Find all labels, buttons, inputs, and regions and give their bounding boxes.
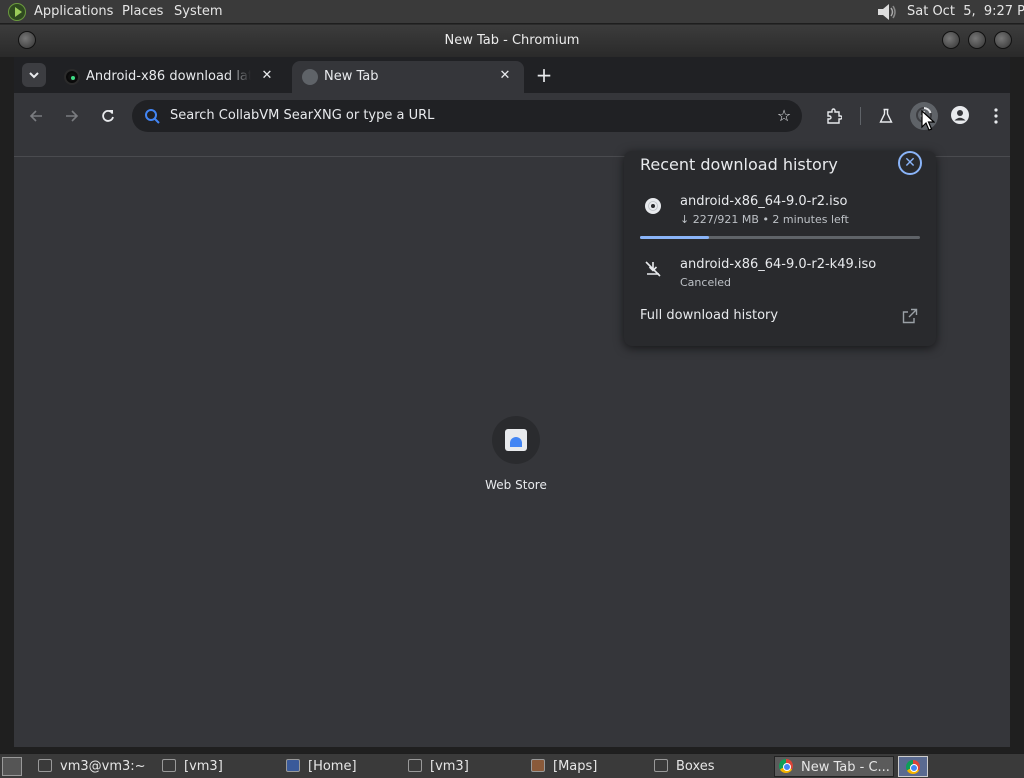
taskbar-item-maps[interactable]: [Maps]: [531, 756, 646, 777]
close-tab-icon[interactable]: ✕: [258, 67, 276, 85]
taskbar: vm3@vm3:~ [vm3] [Home] [vm3] [Maps] Boxe…: [0, 753, 1024, 778]
taskbar-label: vm3@vm3:~: [60, 759, 146, 774]
taskbar-item-vm3-folder-2[interactable]: [vm3]: [408, 756, 523, 777]
taskbar-label: [vm3]: [184, 759, 223, 774]
system-menu[interactable]: System: [174, 4, 222, 19]
download-filename: android-x86_64-9.0-r2-k49.iso: [680, 257, 877, 272]
globe-favicon-icon: [302, 69, 318, 85]
taskbar-label: New Tab - C...: [801, 760, 890, 775]
download-progress-fill: [640, 236, 709, 239]
gnome-foot-icon[interactable]: [8, 3, 26, 21]
chromium-icon: [906, 760, 920, 774]
disc-image-icon: [645, 198, 661, 214]
chromium-window: New Tab - Chromium Android-x86 download …: [0, 25, 1024, 753]
search-icon: [145, 109, 160, 124]
show-desktop-icon[interactable]: [2, 757, 22, 776]
taskbar-label: [Home]: [308, 759, 357, 774]
boxes-icon: [654, 759, 668, 772]
terminal-icon: [38, 759, 52, 772]
profile-avatar-icon: [951, 106, 969, 124]
minimize-icon[interactable]: [942, 31, 960, 49]
chromium-icon: [779, 759, 793, 773]
taskbar-item-terminal[interactable]: vm3@vm3:~: [38, 756, 158, 777]
maximize-icon[interactable]: [968, 31, 986, 49]
toolbar: Search CollabVM SearXNG or type a URL ☆: [14, 93, 1010, 139]
top-panel: Applications Places System Sat Oct 5, 9:…: [0, 0, 1024, 24]
shortcut-label: Web Store: [485, 478, 547, 492]
clock[interactable]: Sat Oct 5, 9:27 PM: [907, 4, 1024, 19]
document-icon: [286, 759, 300, 772]
extensions-button[interactable]: [820, 102, 848, 130]
mouse-cursor-icon: [921, 110, 935, 131]
address-bar-placeholder: Search CollabVM SearXNG or type a URL: [170, 108, 435, 123]
kebab-menu-icon: [994, 108, 998, 124]
taskbar-item-chromium[interactable]: New Tab - C...: [774, 756, 894, 777]
download-progress-bar: [640, 236, 920, 239]
address-bar[interactable]: Search CollabVM SearXNG or type a URL ☆: [132, 100, 802, 132]
reload-button[interactable]: [94, 102, 122, 130]
window-title: New Tab - Chromium: [444, 33, 580, 48]
close-tab-icon[interactable]: ✕: [496, 67, 514, 85]
taskbar-label: [vm3]: [430, 759, 469, 774]
back-button[interactable]: [22, 102, 50, 130]
arrow-left-icon: [29, 110, 42, 122]
tab-new-tab[interactable]: New Tab ✕: [292, 61, 524, 93]
new-tab-button[interactable]: +: [532, 63, 556, 87]
bookmark-star-icon[interactable]: ☆: [772, 104, 796, 128]
tab-strip: Android-x86 download latest ✕ New Tab ✕ …: [14, 57, 1010, 93]
flask-icon: [879, 108, 893, 123]
web-store-icon-circle: [492, 416, 540, 464]
arrow-right-icon: [66, 110, 79, 122]
close-window-icon[interactable]: [994, 31, 1012, 49]
maps-icon: [531, 759, 545, 772]
downloads-bubble: Recent download history ✕ android-x86_64…: [624, 151, 936, 346]
download-status: ↓ 227/921 MB • 2 minutes left: [680, 213, 849, 226]
folder-icon: [408, 759, 422, 772]
folder-icon: [162, 759, 176, 772]
chrome-menu-button[interactable]: [982, 102, 1010, 130]
toolbar-divider: [860, 107, 861, 125]
tab-search-button[interactable]: [22, 63, 46, 87]
tray-chromium-icon[interactable]: [898, 756, 928, 777]
taskbar-item-boxes[interactable]: Boxes: [654, 756, 769, 777]
tab-label: Android-x86 download latest: [86, 69, 251, 84]
taskbar-label: [Maps]: [553, 759, 598, 774]
close-bubble-icon[interactable]: ✕: [898, 151, 922, 175]
puzzle-icon: [827, 108, 843, 124]
tab-label: New Tab: [324, 69, 379, 84]
download-filename: android-x86_64-9.0-r2.iso: [680, 194, 848, 209]
reload-icon: [102, 110, 114, 122]
forward-button[interactable]: [58, 102, 86, 130]
full-download-history-link[interactable]: Full download history: [640, 308, 778, 323]
web-store-icon: [505, 429, 527, 451]
taskbar-item-home[interactable]: [Home]: [286, 756, 401, 777]
chevron-down-icon: [29, 72, 39, 79]
open-in-new-icon[interactable]: [902, 308, 918, 324]
window-titlebar[interactable]: New Tab - Chromium: [0, 25, 1024, 57]
android-favicon-icon: [64, 69, 80, 85]
labs-button[interactable]: [872, 102, 900, 130]
downloads-bubble-title: Recent download history: [640, 155, 838, 174]
download-item[interactable]: android-x86_64-9.0-r2.iso ↓ 227/921 MB •…: [624, 193, 936, 233]
taskbar-label: Boxes: [676, 759, 715, 774]
download-status: Canceled: [680, 276, 732, 289]
download-canceled-icon: [645, 261, 661, 277]
profile-button[interactable]: [946, 102, 974, 130]
taskbar-item-vm3-folder[interactable]: [vm3]: [162, 756, 277, 777]
places-menu[interactable]: Places: [122, 4, 163, 19]
volume-icon[interactable]: [876, 2, 898, 22]
tab-android-x86[interactable]: Android-x86 download latest ✕: [54, 61, 286, 93]
shortcut-web-store[interactable]: Web Store: [476, 416, 556, 506]
download-item[interactable]: android-x86_64-9.0-r2-k49.iso Canceled: [624, 256, 936, 296]
applications-menu[interactable]: Applications: [34, 4, 113, 19]
